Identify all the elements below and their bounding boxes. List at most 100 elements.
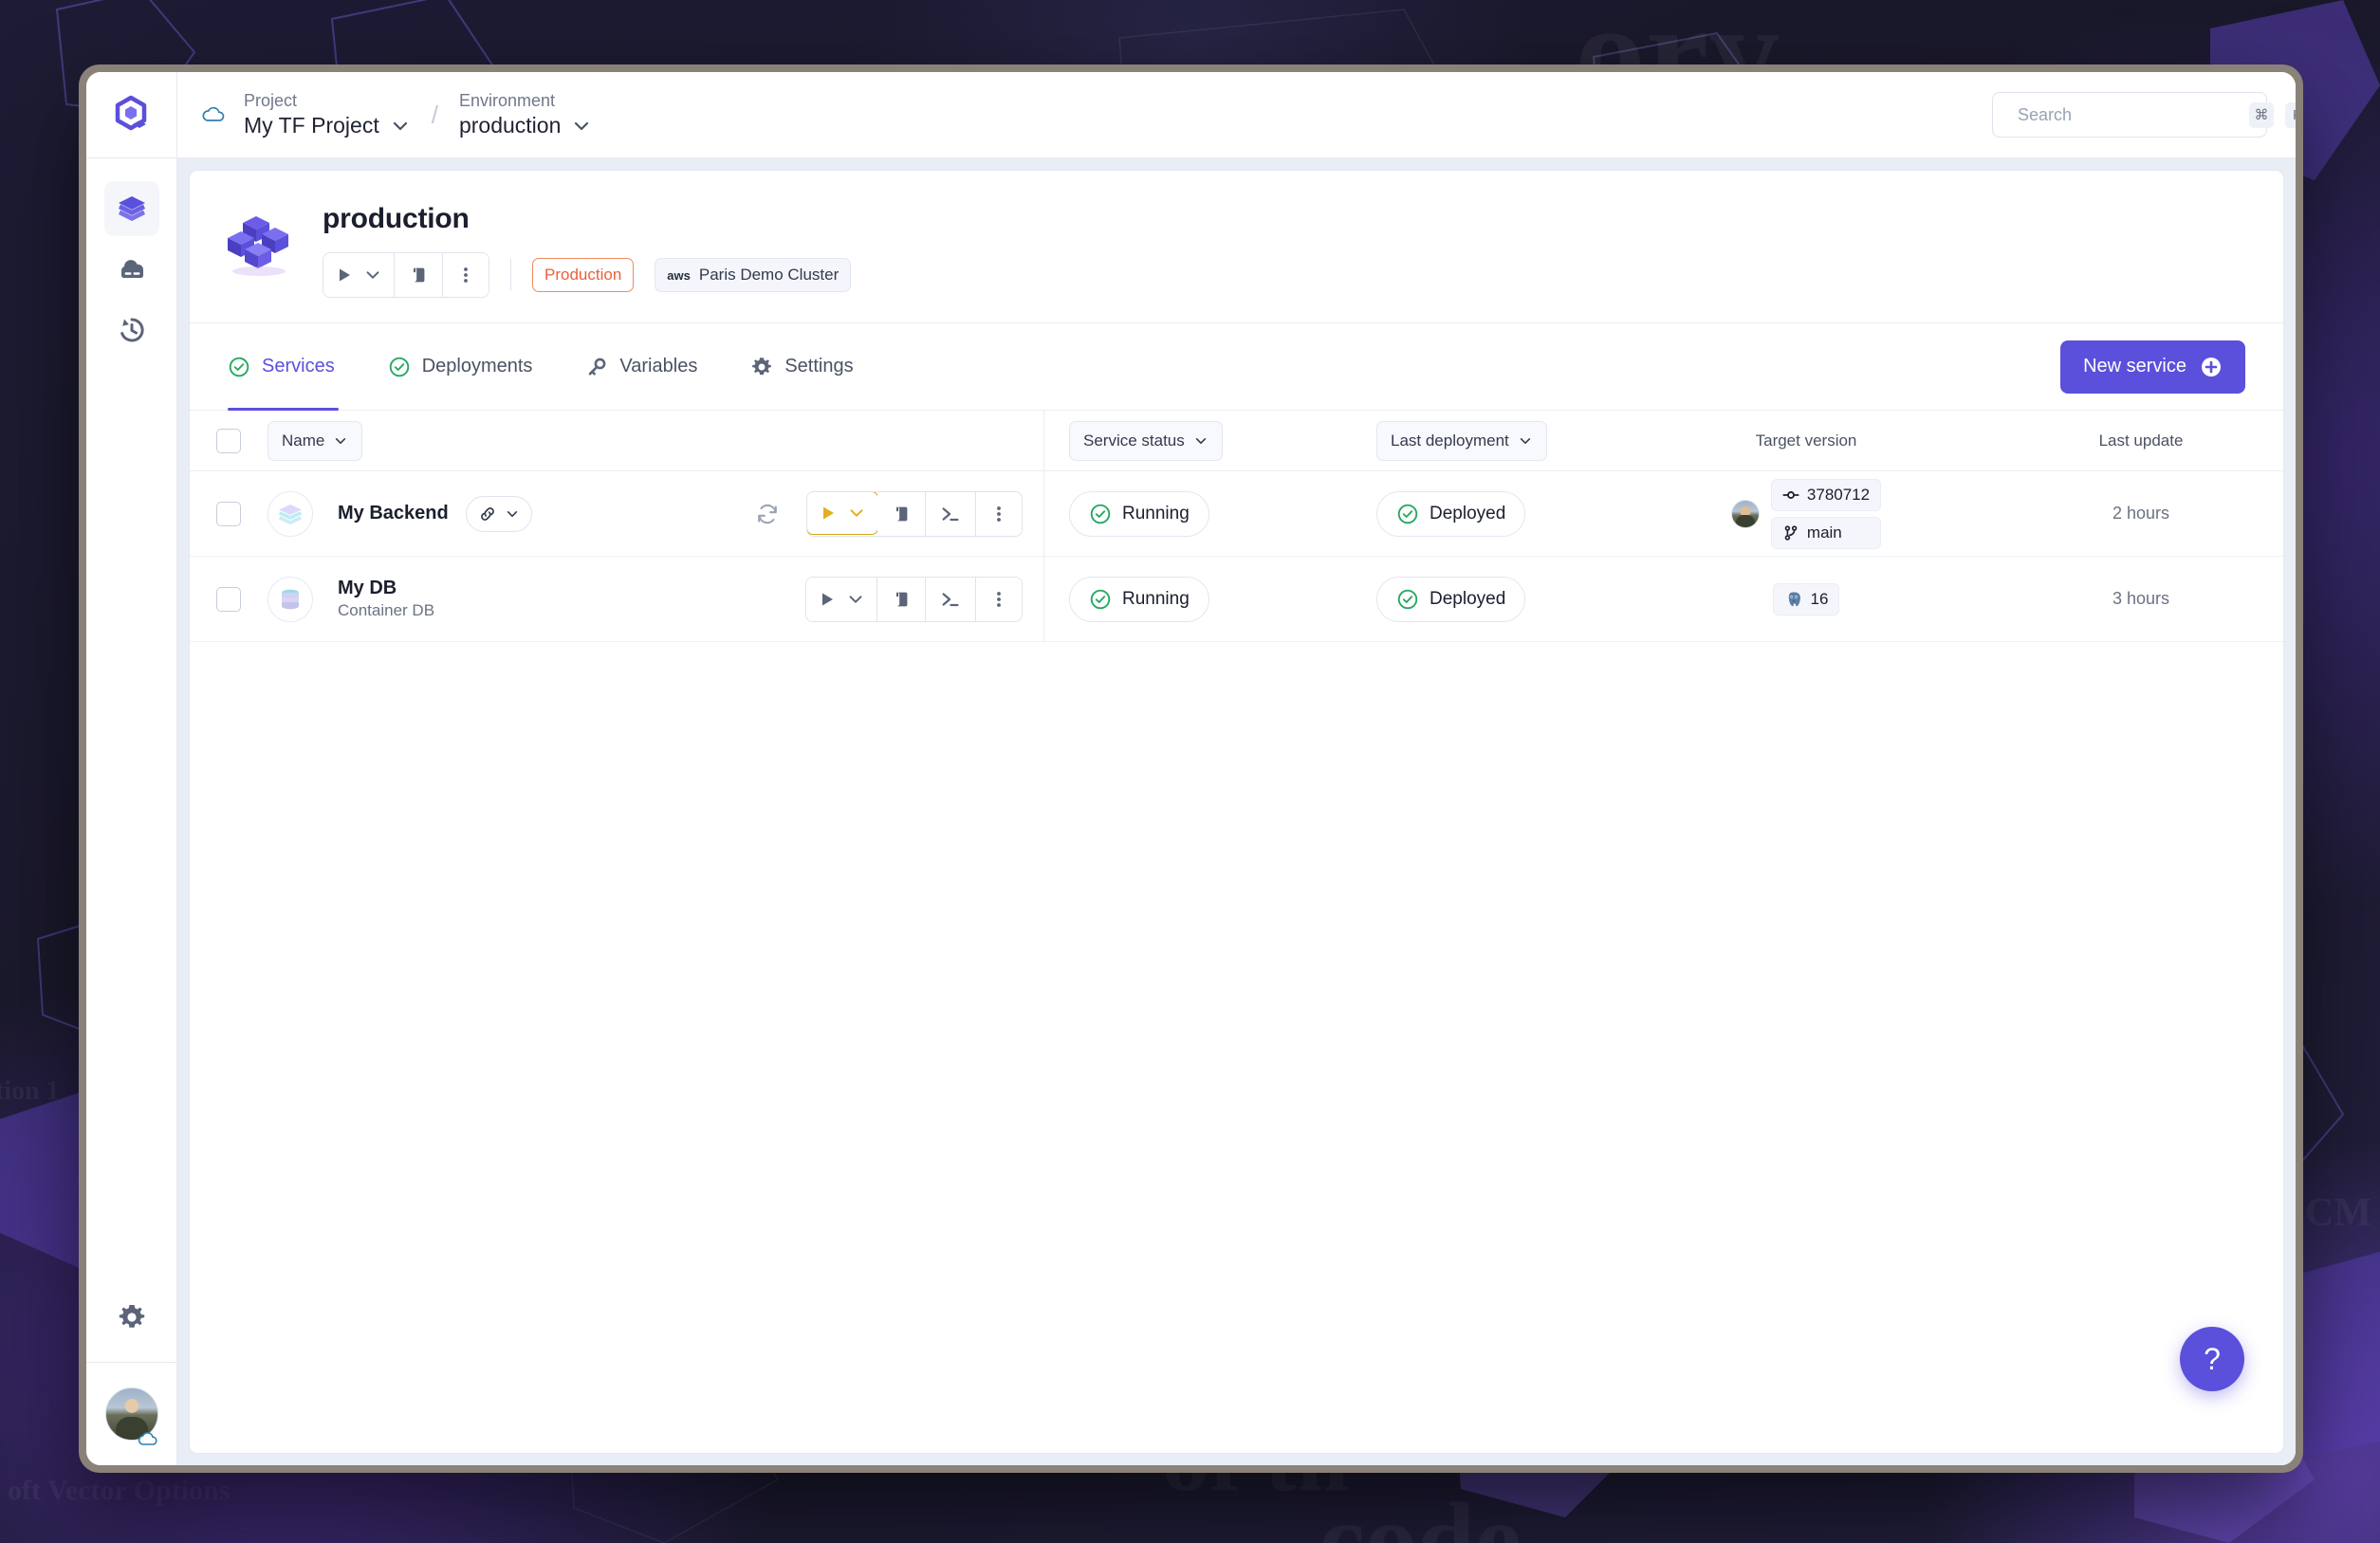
environment-mode-tag: Production (532, 258, 635, 292)
environment-more-button[interactable] (443, 253, 489, 297)
qovery-hexagon-logo-icon (115, 95, 146, 131)
breadcrumb-project[interactable]: Project My TF Project (244, 89, 411, 140)
sidebar-item-settings[interactable] (86, 1272, 176, 1363)
project-value: My TF Project (244, 113, 379, 138)
environment-header: production Production aws Paris Demo Clu… (190, 171, 2283, 323)
branch-pill[interactable]: main (1770, 516, 1882, 549)
chevron-down-icon[interactable] (390, 116, 411, 137)
chevron-down-icon (1520, 437, 1530, 444)
search-box[interactable]: ⌘ K (1992, 92, 2296, 138)
service-name: My Backend (338, 503, 449, 524)
terminal-icon (942, 506, 959, 521)
sidebar-item-environments[interactable] (103, 181, 159, 236)
logs-icon (895, 592, 908, 606)
breadcrumb: Project My TF Project / Environment prod… (200, 89, 592, 140)
help-button[interactable]: ? (2180, 1327, 2244, 1391)
deploy-service-button[interactable] (807, 491, 878, 535)
service-more-button[interactable] (976, 491, 1022, 536)
cluster-tag[interactable]: aws Paris Demo Cluster (655, 258, 852, 292)
service-links-button[interactable] (465, 495, 532, 532)
service-action-group (806, 490, 1023, 537)
environment-value: production (458, 113, 562, 138)
chevron-down-icon (507, 510, 517, 517)
top-bar: Project My TF Project / Environment prod… (177, 72, 2296, 158)
name-sort-button[interactable]: Name (268, 420, 363, 461)
gear-icon (752, 357, 772, 375)
breadcrumb-environment[interactable]: Environment production (459, 89, 592, 140)
services-table: Name Service status Last deployment Targ… (190, 411, 2283, 642)
cloud-icon (202, 106, 225, 121)
database-version-pill[interactable]: 16 (1772, 582, 1840, 615)
check-circle-icon (1090, 589, 1111, 609)
deploy-service-button[interactable] (806, 577, 877, 621)
chevron-down-icon (849, 595, 862, 603)
row-checkbox[interactable] (216, 501, 241, 526)
sidebar-item-clusters[interactable] (104, 242, 159, 297)
service-logs-button[interactable] (877, 491, 926, 536)
branch-name: main (1806, 523, 1842, 542)
logs-icon (413, 267, 425, 283)
chevron-down-icon (366, 271, 379, 279)
search-input[interactable] (2018, 104, 2238, 125)
deploy-environment-button[interactable] (323, 253, 395, 297)
user-avatar-button[interactable] (104, 1363, 158, 1465)
service-status-filter-button[interactable]: Service status (1069, 420, 1223, 461)
cloud-server-icon (120, 260, 143, 278)
chevron-down-icon (850, 508, 863, 517)
tab-label: Variables (619, 356, 698, 377)
environment-logs-button[interactable] (395, 253, 443, 297)
question-mark-icon: ? (2204, 1341, 2221, 1376)
left-sidebar (86, 72, 177, 1465)
tabs-row: Services Deployments Variables Settings … (190, 323, 2283, 411)
play-icon (340, 268, 350, 282)
new-service-button[interactable]: New service (2060, 340, 2245, 394)
service-name: My DB (338, 578, 397, 598)
table-row[interactable]: My DB Container DB Running Deployed 16 3… (190, 557, 2283, 642)
service-action-group (805, 576, 1023, 622)
ellipsis-vertical-icon (464, 267, 468, 283)
tab-settings[interactable]: Settings (724, 323, 879, 410)
table-row[interactable]: My Backend Running Deployed 3780712 main… (190, 471, 2283, 557)
status-badge: Running (1069, 576, 1209, 622)
check-circle-icon (1397, 504, 1418, 524)
last-deployment-filter-button[interactable]: Last deployment (1376, 420, 1547, 461)
row-checkbox[interactable] (216, 586, 241, 612)
database-icon (268, 576, 313, 622)
application-layers-icon (268, 490, 313, 537)
chevron-down-icon (1195, 437, 1206, 444)
git-branch-icon (1784, 524, 1798, 541)
service-terminal-button[interactable] (926, 491, 976, 536)
aws-icon: aws (667, 267, 691, 283)
tab-label: Deployments (421, 356, 533, 377)
check-circle-icon (1090, 504, 1111, 524)
service-more-button[interactable] (976, 577, 1022, 621)
status-label: Running (1122, 503, 1190, 524)
layers-icon (118, 196, 145, 221)
header-last-deployment-label: Last deployment (1391, 431, 1509, 450)
commit-pill[interactable]: 3780712 (1770, 478, 1882, 511)
qovery-logo[interactable] (86, 72, 176, 158)
deployment-label: Deployed (1430, 503, 1506, 524)
page-title: production (323, 203, 470, 234)
cloud-badge-icon (138, 1432, 157, 1445)
gear-icon (119, 1304, 144, 1328)
tab-deployments[interactable]: Deployments (361, 323, 560, 410)
breadcrumb-separator: / (431, 100, 438, 129)
shortcut-modifier-key: ⌘ (2249, 101, 2274, 128)
tab-services[interactable]: Services (228, 323, 361, 411)
service-logs-button[interactable] (877, 577, 926, 621)
select-all-checkbox[interactable] (216, 428, 241, 453)
check-circle-icon (229, 357, 249, 377)
tab-variables[interactable]: Variables (559, 323, 724, 410)
environment-label: Environment (458, 90, 556, 110)
sidebar-item-audit-logs[interactable] (104, 303, 159, 358)
postgresql-icon (1788, 591, 1800, 606)
ellipsis-vertical-icon (997, 505, 1001, 522)
environment-action-group (323, 252, 489, 298)
commit-icon (1782, 490, 1799, 499)
check-circle-icon (389, 357, 409, 377)
service-terminal-button[interactable] (926, 577, 976, 621)
ellipsis-vertical-icon (997, 591, 1001, 607)
refresh-icon[interactable] (755, 502, 780, 526)
chevron-down-icon[interactable] (571, 116, 592, 137)
